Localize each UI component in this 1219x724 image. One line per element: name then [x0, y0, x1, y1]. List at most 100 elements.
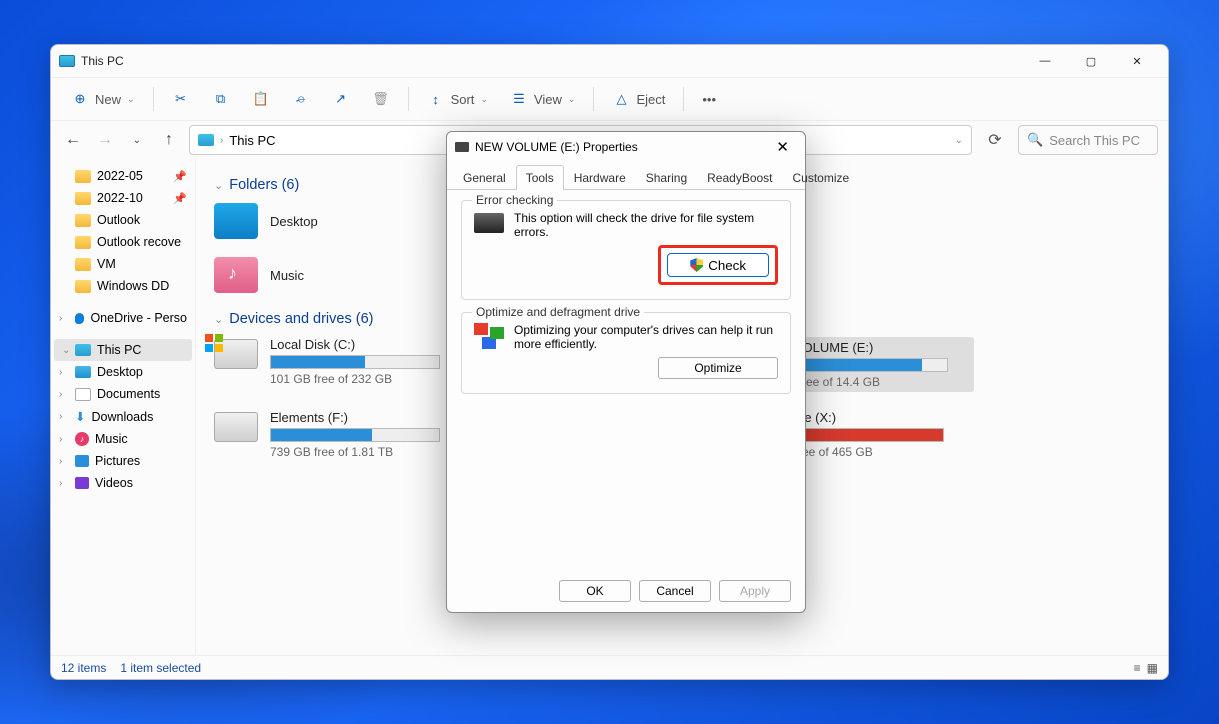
sidebar-item-2022-05[interactable]: 2022-05📌: [51, 165, 195, 187]
sidebar-item-documents[interactable]: ›Documents: [51, 383, 195, 405]
view-button[interactable]: ☰View ⌄: [500, 84, 586, 114]
downloads-icon: ⬇: [75, 409, 85, 424]
chevron-right-icon: ›: [220, 135, 223, 146]
sidebar-item-vm[interactable]: VM: [51, 253, 195, 275]
sidebar-item-outlook-recover[interactable]: Outlook recove: [51, 231, 195, 253]
search-placeholder: Search This PC: [1049, 133, 1140, 148]
dialog-titlebar[interactable]: NEW VOLUME (E:) Properties ✕: [447, 132, 805, 162]
sidebar-item-pictures[interactable]: ›Pictures: [51, 450, 195, 472]
command-bar: ⊕New ⌄ ✂ ⧉ 📋 ⌮ ↗ 🗑 ↕Sort ⌄ ☰View ⌄ △Ejec…: [51, 77, 1168, 121]
hard-drive-icon: [474, 213, 504, 233]
pin-icon: 📌: [173, 192, 187, 205]
dialog-body: Error checking This option will check th…: [447, 190, 805, 570]
sidebar-item-outlook[interactable]: Outlook: [51, 209, 195, 231]
more-button[interactable]: •••: [692, 86, 726, 113]
tab-general[interactable]: General: [453, 165, 516, 190]
dialog-footer: OK Cancel Apply: [447, 570, 805, 612]
drive-capacity-bar: [270, 428, 440, 442]
folder-icon: [214, 203, 258, 239]
group-legend: Optimize and defragment drive: [472, 305, 644, 319]
ok-button[interactable]: OK: [559, 580, 631, 602]
folder-icon: [75, 280, 91, 293]
minimize-button[interactable]: —: [1022, 45, 1068, 77]
optimize-desc: Optimizing your computer's drives can he…: [514, 323, 778, 351]
sort-button[interactable]: ↕Sort ⌄: [417, 84, 498, 114]
search-icon: 🔍: [1027, 132, 1043, 148]
tab-tools[interactable]: Tools: [516, 165, 564, 190]
folder-desktop[interactable]: Desktop: [214, 203, 434, 239]
new-button[interactable]: ⊕New ⌄: [61, 84, 145, 114]
dialog-close-button[interactable]: ✕: [768, 136, 797, 158]
back-button[interactable]: ←: [61, 128, 85, 152]
status-selected: 1 item selected: [120, 661, 201, 675]
delete-button[interactable]: 🗑: [362, 84, 400, 114]
sidebar-item-this-pc[interactable]: ⌄This PC: [54, 339, 192, 361]
tab-sharing[interactable]: Sharing: [636, 165, 697, 190]
onedrive-icon: [75, 313, 84, 324]
folder-icon: [75, 214, 91, 227]
maximize-button[interactable]: ▢: [1068, 45, 1114, 77]
check-button[interactable]: Check: [667, 253, 769, 277]
chevron-down-icon[interactable]: ⌄: [62, 345, 70, 356]
sidebar-item-onedrive[interactable]: ›OneDrive - Perso: [51, 307, 195, 329]
drive-icon: [214, 412, 258, 442]
sidebar-item-downloads[interactable]: ›⬇Downloads: [51, 405, 195, 428]
error-checking-group: Error checking This option will check th…: [461, 200, 791, 300]
pictures-icon: [75, 455, 89, 467]
refresh-button[interactable]: ⟳: [980, 125, 1010, 155]
folder-icon: [75, 236, 91, 249]
address-dropdown[interactable]: ⌄: [955, 135, 963, 146]
desktop-icon: [75, 366, 91, 378]
details-view-button[interactable]: ≡: [1134, 661, 1141, 675]
tab-customize[interactable]: Customize: [783, 165, 860, 190]
forward-button[interactable]: →: [93, 128, 117, 152]
addr-pc-icon: [198, 134, 214, 146]
copy-button[interactable]: ⧉: [202, 84, 240, 114]
folder-icon: [75, 192, 91, 205]
search-box[interactable]: 🔍 Search This PC: [1018, 125, 1158, 155]
drive-free: GB free of 14.4 GB: [778, 375, 970, 389]
recent-button[interactable]: ⌄: [125, 128, 149, 152]
folder-icon: [75, 258, 91, 271]
defrag-icon: [474, 323, 504, 349]
chevron-right-icon[interactable]: ›: [59, 411, 62, 422]
chevron-right-icon[interactable]: ›: [59, 313, 62, 324]
tab-strip: General Tools Hardware Sharing ReadyBoos…: [447, 164, 805, 190]
error-checking-desc: This option will check the drive for fil…: [514, 211, 778, 239]
sidebar-item-videos[interactable]: ›Videos: [51, 472, 195, 494]
shield-icon: [690, 258, 703, 272]
titlebar[interactable]: This PC — ▢ ✕: [51, 45, 1168, 77]
rename-button[interactable]: ⌮: [282, 84, 320, 114]
properties-dialog: NEW VOLUME (E:) Properties ✕ General Too…: [446, 131, 806, 613]
paste-button[interactable]: 📋: [242, 84, 280, 114]
up-button[interactable]: ↑: [157, 128, 181, 152]
share-button[interactable]: ↗: [322, 84, 360, 114]
close-button[interactable]: ✕: [1114, 45, 1160, 77]
check-button-highlight: Check: [658, 245, 778, 285]
sidebar-item-music[interactable]: ›♪Music: [51, 428, 195, 450]
optimize-group: Optimize and defragment drive Optimizing…: [461, 312, 791, 394]
sidebar-item-desktop[interactable]: ›Desktop: [51, 361, 195, 383]
chevron-right-icon[interactable]: ›: [59, 478, 62, 489]
sidebar-item-2022-10[interactable]: 2022-10📌: [51, 187, 195, 209]
cancel-button[interactable]: Cancel: [639, 580, 711, 602]
apply-button[interactable]: Apply: [719, 580, 791, 602]
address-location: This PC: [229, 133, 275, 148]
eject-button[interactable]: △Eject: [602, 84, 675, 114]
chevron-right-icon[interactable]: ›: [59, 367, 62, 378]
tab-hardware[interactable]: Hardware: [564, 165, 636, 190]
chevron-right-icon[interactable]: ›: [59, 389, 62, 400]
documents-icon: [75, 388, 91, 401]
chevron-right-icon[interactable]: ›: [59, 456, 62, 467]
thumbnails-view-button[interactable]: ▦: [1147, 661, 1158, 675]
group-legend: Error checking: [472, 193, 557, 207]
chevron-right-icon[interactable]: ›: [59, 434, 62, 445]
drive-name: W VOLUME (E:): [778, 340, 970, 355]
music-folder-icon: [214, 257, 258, 293]
sidebar-item-windows-dd[interactable]: Windows DD: [51, 275, 195, 297]
pin-icon: 📌: [173, 170, 187, 183]
folder-music[interactable]: Music: [214, 257, 434, 293]
tab-readyboost[interactable]: ReadyBoost: [697, 165, 782, 190]
cut-button[interactable]: ✂: [162, 84, 200, 114]
optimize-button[interactable]: Optimize: [658, 357, 778, 379]
